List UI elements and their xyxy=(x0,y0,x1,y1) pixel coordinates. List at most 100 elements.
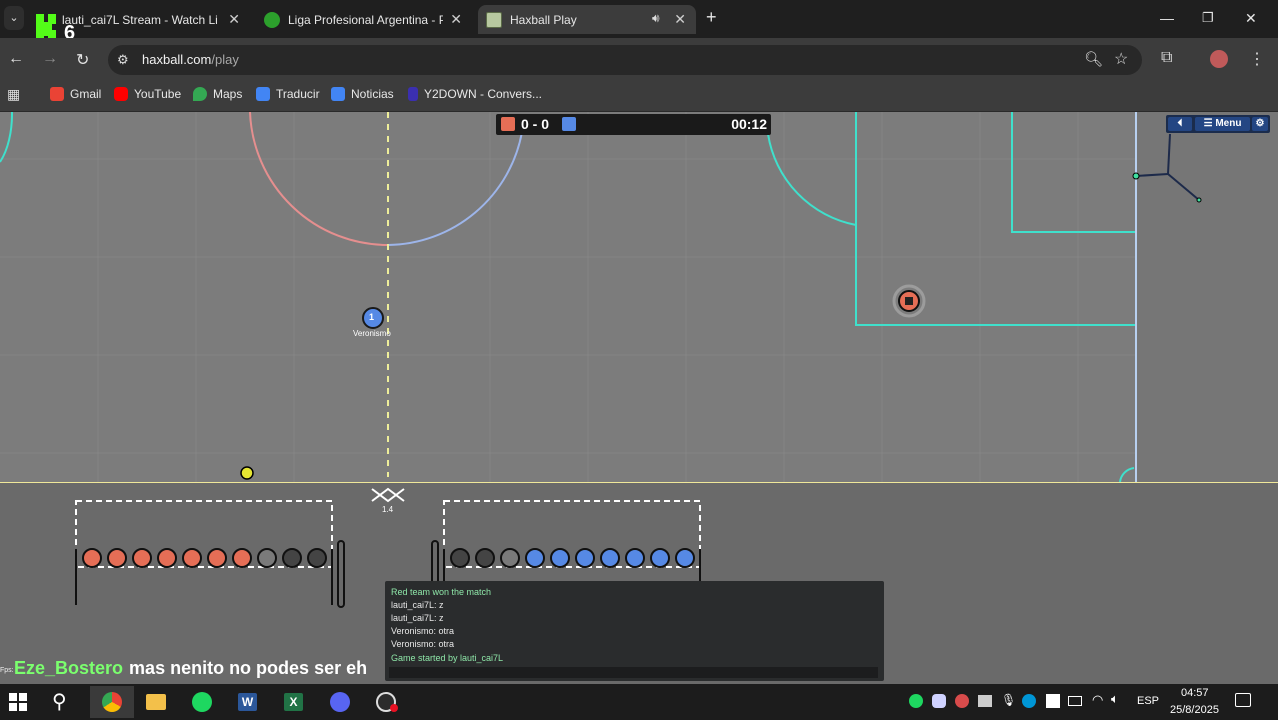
reload-icon[interactable]: ↻ xyxy=(76,50,89,70)
tray-app-icon[interactable] xyxy=(978,695,992,707)
language-indicator[interactable]: ESP xyxy=(1137,695,1159,707)
soccer-ball-icon xyxy=(264,11,280,28)
red-disc xyxy=(207,548,227,568)
bookmark-label: Traducir xyxy=(276,87,320,101)
corner-arc xyxy=(1119,467,1135,483)
hamburger-icon: ☰ xyxy=(1203,118,1216,129)
excel-taskbar-icon[interactable]: X xyxy=(272,686,316,718)
close-icon[interactable]: ✕ xyxy=(674,11,686,28)
speaker-icon[interactable]: 🔊︎ xyxy=(652,11,660,26)
spotify-taskbar-icon[interactable] xyxy=(180,686,224,718)
discord-tray-icon[interactable] xyxy=(932,694,946,708)
new-tab-button[interactable]: + xyxy=(706,7,717,28)
hp-icon[interactable] xyxy=(1022,694,1036,708)
notification-icon[interactable] xyxy=(1235,693,1251,707)
zoom-search-icon[interactable]: 🔍︎ xyxy=(1084,50,1103,68)
windows-start-icon[interactable] xyxy=(9,693,27,711)
obs-taskbar-icon[interactable] xyxy=(364,686,408,718)
word-taskbar-icon[interactable]: W xyxy=(226,686,270,718)
tab-haxball-play[interactable]: Haxball Play 🔊︎ ✕ xyxy=(478,5,696,34)
bookmark-noticias[interactable]: Noticias xyxy=(331,87,394,101)
file-explorer-icon[interactable] xyxy=(134,686,178,718)
dark-disc xyxy=(307,548,327,568)
dark-disc xyxy=(450,548,470,568)
youtube-icon xyxy=(114,87,128,101)
bookmark-traducir[interactable]: Traducir xyxy=(256,87,320,101)
close-window-icon[interactable]: ✕ xyxy=(1245,10,1257,27)
chat-message: Veronismo: otra xyxy=(391,639,455,649)
soccer-field[interactable] xyxy=(0,112,1278,483)
bookmark-star-icon[interactable]: ☆ xyxy=(1114,49,1128,69)
bookmark-y2down[interactable]: Y2DOWN - Convers... xyxy=(408,87,542,101)
battery-icon[interactable] xyxy=(1068,696,1082,706)
address-bar[interactable] xyxy=(108,45,1142,75)
url-host: haxball.com xyxy=(142,52,212,67)
folder-icon xyxy=(146,694,166,710)
bookmark-maps[interactable]: Maps xyxy=(193,87,242,101)
discord-taskbar-icon[interactable] xyxy=(318,686,362,718)
spotify-tray-icon[interactable] xyxy=(909,694,923,708)
tab-liga-profesional[interactable]: Liga Profesional Argentina - PO ✕ xyxy=(256,5,472,34)
gmail-icon xyxy=(50,87,64,101)
fps-label: Fps: xyxy=(0,667,14,674)
chrome-taskbar-icon[interactable] xyxy=(90,686,134,718)
extensions-icon[interactable]: ⧉ xyxy=(1161,49,1172,67)
tab-title: Haxball Play xyxy=(510,12,577,27)
chat-input[interactable] xyxy=(389,667,878,678)
chat-box[interactable]: Red team won the match lauti_cai7L: z la… xyxy=(385,581,884,681)
clock-date[interactable]: 25/8/2025 xyxy=(1170,704,1219,716)
tab-search-icon[interactable]: ⌄ xyxy=(4,6,24,30)
translate-icon xyxy=(256,87,270,101)
microphone-icon[interactable]: 🎙︎ xyxy=(1001,693,1016,707)
volume-icon[interactable]: 🔈︎ xyxy=(1111,691,1119,707)
bookmark-label: Maps xyxy=(213,87,243,101)
news-icon xyxy=(331,87,345,101)
dark-disc xyxy=(282,548,302,568)
goal-post-top xyxy=(1132,172,1140,180)
blue-team-icon xyxy=(562,117,576,131)
fullscreen-icon[interactable]: ⏴ xyxy=(1168,117,1192,131)
bookmark-label: Gmail xyxy=(70,87,102,101)
wifi-icon[interactable]: ◠ xyxy=(1092,692,1103,708)
discord-icon xyxy=(330,692,350,712)
profile-avatar[interactable] xyxy=(1210,50,1228,68)
close-icon[interactable]: ✕ xyxy=(228,11,240,28)
tray-app-icon[interactable] xyxy=(955,694,969,708)
bookmark-gmail[interactable]: Gmail xyxy=(50,87,101,101)
forward-icon[interactable]: → xyxy=(42,50,58,68)
search-icon[interactable]: ⚲ xyxy=(52,689,67,714)
kebab-menu-icon[interactable]: ⋮ xyxy=(1249,49,1265,69)
menu-button[interactable]: ☰ Menu xyxy=(1195,117,1250,131)
apps-grid-icon[interactable]: ▦ xyxy=(7,86,20,103)
chat-message: Veronismo: otra xyxy=(391,626,455,636)
center-circle-red xyxy=(249,112,389,246)
scoreboard: 0 - 0 00:12 xyxy=(496,114,771,135)
bookmark-label: Y2DOWN - Convers... xyxy=(424,87,543,101)
chat-message: Game started by lauti_cai7L xyxy=(391,653,504,663)
game-menu-bar: ⏴ ☰ Menu ⚙ xyxy=(1166,115,1270,133)
tray-app-icon[interactable] xyxy=(1046,694,1060,708)
restore-icon[interactable]: ❐ xyxy=(1202,10,1214,26)
site-settings-icon[interactable]: ⚙ xyxy=(117,52,129,68)
haxball-logo-icon xyxy=(486,11,502,28)
excel-icon: X xyxy=(284,693,303,711)
overlay-message: mas nenito no podes ser eh xyxy=(129,658,368,678)
close-icon[interactable]: ✕ xyxy=(450,11,462,28)
bookmark-youtube[interactable]: YouTube xyxy=(114,87,181,101)
blue-disc xyxy=(625,548,645,568)
y2down-icon xyxy=(408,87,418,101)
minimize-icon[interactable]: — xyxy=(1160,10,1174,26)
url-path: /play xyxy=(211,52,239,67)
settings-gear-icon[interactable]: ⚙ xyxy=(1252,117,1268,131)
red-disc xyxy=(107,548,127,568)
url-text[interactable]: haxball.com/play xyxy=(142,52,239,67)
mid-label: 1.4 xyxy=(382,505,394,514)
red-disc xyxy=(82,548,102,568)
chrome-icon xyxy=(102,692,122,712)
blue-disc xyxy=(525,548,545,568)
left-arc xyxy=(0,112,14,163)
match-timer: 00:12 xyxy=(731,116,767,132)
back-icon[interactable]: ← xyxy=(8,50,24,68)
clock-time[interactable]: 04:57 xyxy=(1181,687,1209,699)
blue-disc xyxy=(600,548,620,568)
